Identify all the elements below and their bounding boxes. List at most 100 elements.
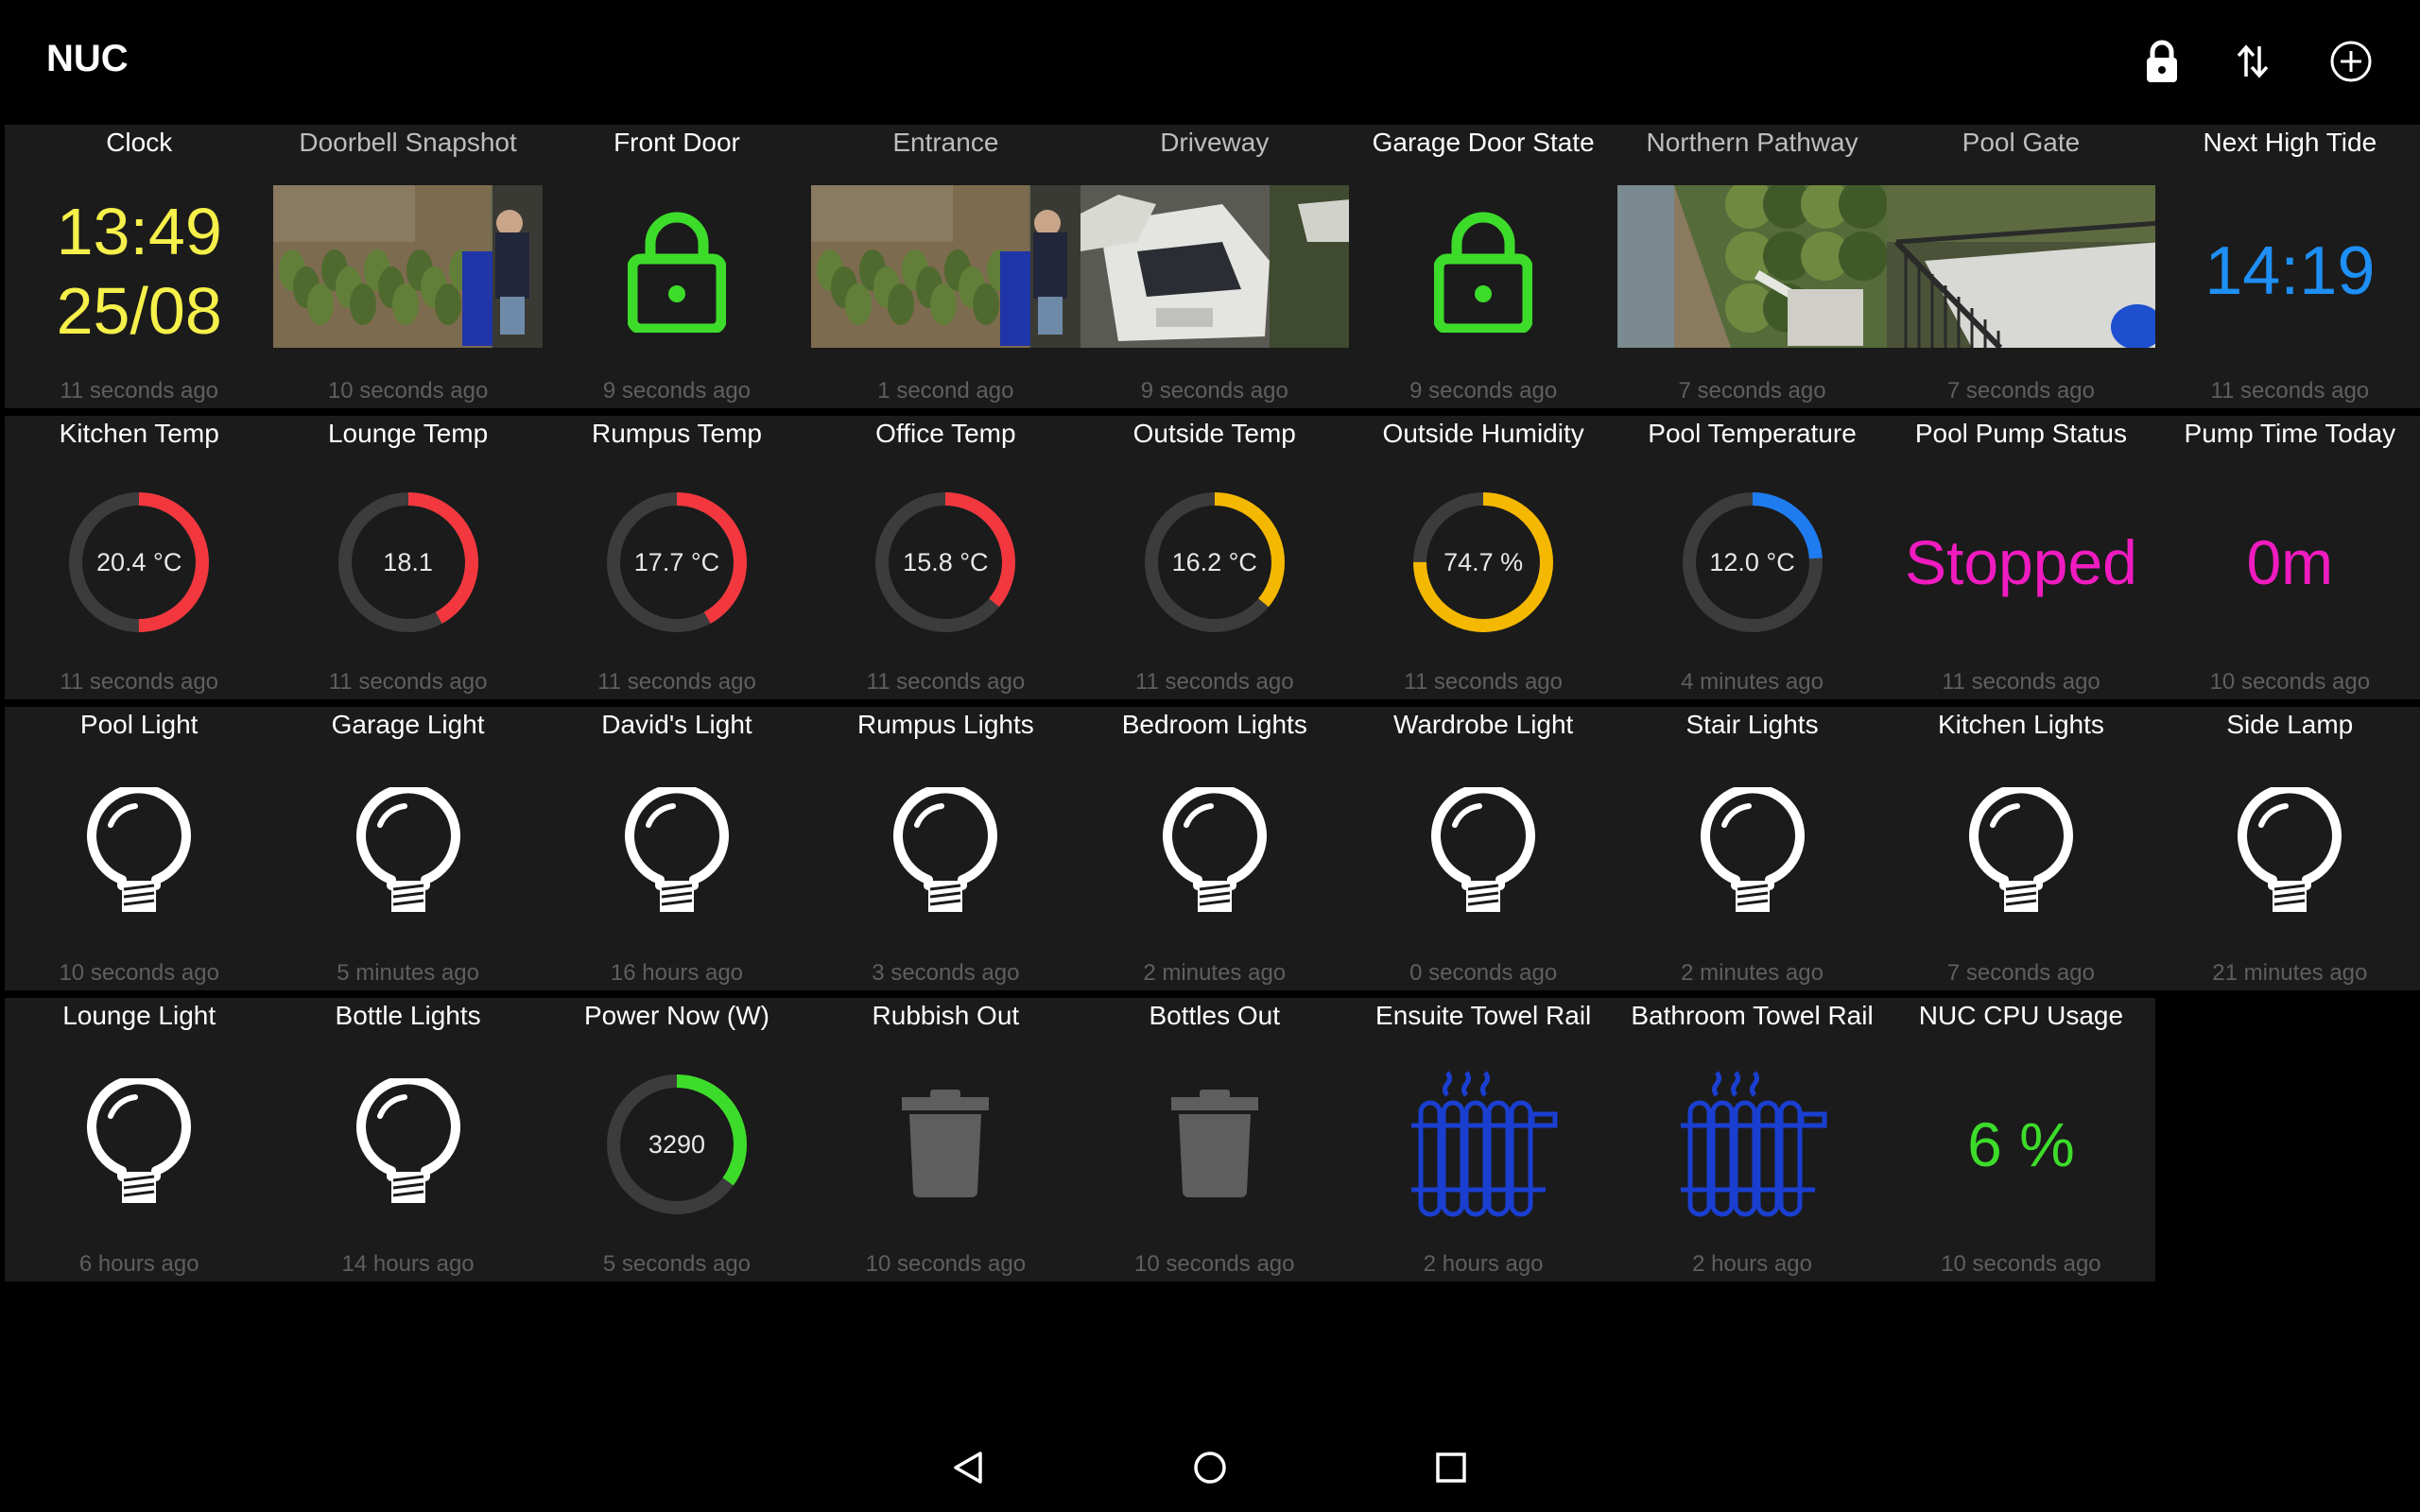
plus-circle-icon <box>2330 41 2372 82</box>
tile-outside-temp[interactable]: Outside Temp 11 seconds ago 16.2 °C <box>1080 416 1349 699</box>
tile-row: Kitchen Temp 11 seconds ago 20.4 °C Lounge … <box>5 416 2420 699</box>
tile-content <box>1080 1045 1349 1244</box>
tile-stair-lights[interactable]: Stair Lights 2 minutes ago <box>1617 707 1887 990</box>
light-bulb-icon <box>355 787 460 912</box>
tile-bottles-out[interactable]: Bottles Out 10 seconds ago <box>1080 998 1349 1281</box>
lock-icon <box>2147 40 2177 82</box>
gauge: 15.8 °C <box>872 489 1019 636</box>
last-updated: 9 seconds ago <box>602 378 752 404</box>
gauge: 3290 <box>603 1071 751 1218</box>
tile-title: Bottle Lights <box>335 1001 481 1030</box>
tile-content <box>543 172 811 370</box>
camera-snapshot-image <box>811 185 1080 348</box>
gauge: 74.7 % <box>1409 489 1557 636</box>
last-updated: 9 seconds ago <box>1140 378 1288 404</box>
empty-tile <box>2155 998 2420 1281</box>
tile-garage-light[interactable]: Garage Light 5 minutes ago <box>273 707 543 990</box>
lock-button[interactable] <box>2134 33 2190 90</box>
tile-title: Front Door <box>614 128 740 157</box>
add-button[interactable] <box>2323 33 2379 90</box>
tile-content: 17.7 °C <box>543 463 811 662</box>
tile-content <box>811 754 1080 953</box>
last-updated: 9 seconds ago <box>1409 378 1558 404</box>
tile-content: 20.4 °C <box>5 463 273 662</box>
last-updated: 10 seconds ago <box>865 1251 1027 1277</box>
last-updated: 11 seconds ago <box>1404 669 1563 695</box>
tile-title: Rumpus Lights <box>856 710 1034 739</box>
tile-next-high-tide[interactable]: Next High Tide 11 seconds ago 14:19 <box>2155 125 2420 408</box>
tile-kitchen-lights[interactable]: Kitchen Lights 7 seconds ago <box>1886 707 2156 990</box>
lock-closed-icon <box>627 212 726 333</box>
tile-content <box>2155 754 2420 953</box>
tile-title: Outside Humidity <box>1382 419 1584 448</box>
tile-doorbell-snapshot[interactable]: Doorbell Snapshot 10 seconds ago <box>273 125 543 408</box>
home-button[interactable] <box>1182 1439 1238 1496</box>
tile-title: Pump Time Today <box>2184 419 2396 448</box>
tile-pump-time-today[interactable]: Pump Time Today 10 seconds ago 0m <box>2155 416 2420 699</box>
camera-snapshot-image <box>1617 185 1887 348</box>
tile-pool-gate[interactable]: Pool Gate 7 seconds ago <box>1886 125 2156 408</box>
tile-front-door[interactable]: Front Door 9 seconds ago <box>542 125 812 408</box>
gauge-value: 20.4 °C <box>96 547 182 576</box>
tile-lounge-light[interactable]: Lounge Light 6 hours ago <box>5 998 274 1281</box>
tile-pool-temperature[interactable]: Pool Temperature 4 minutes ago 12.0 °C <box>1617 416 1887 699</box>
gauge: 17.7 °C <box>603 489 751 636</box>
tile-content: 74.7 % <box>1349 463 1617 662</box>
tile-nuc-cpu-usage[interactable]: NUC CPU Usage 10 seconds ago 6 % <box>1886 998 2156 1281</box>
tile-title: Pool Pump Status <box>1914 419 2127 448</box>
tile-value: 6 % <box>1967 1109 2075 1179</box>
tile-rumpus-lights[interactable]: Rumpus Lights 3 seconds ago <box>811 707 1080 990</box>
tile-title: Kitchen Temp <box>59 419 219 448</box>
last-updated: 21 minutes ago <box>2212 960 2368 986</box>
tile-pool-pump-status[interactable]: Pool Pump Status 11 seconds ago Stopped <box>1886 416 2156 699</box>
tile-content <box>1349 172 1617 370</box>
tile-ensuite-towel-rail[interactable]: Ensuite Towel Rail 2 hours ago <box>1348 998 1618 1281</box>
tile-title: Garage Light <box>331 710 485 739</box>
last-updated: 1 second ago <box>877 378 1014 404</box>
light-bulb-icon <box>625 787 729 912</box>
tile-entrance[interactable]: Entrance 1 second ago <box>811 125 1080 408</box>
tile-outside-humidity[interactable]: Outside Humidity 11 seconds ago 74.7 % <box>1348 416 1618 699</box>
recents-button[interactable] <box>1423 1439 1479 1496</box>
last-updated: 16 hours ago <box>610 960 744 986</box>
gauge-value: 12.0 °C <box>1709 547 1795 576</box>
tile-title: Rubbish Out <box>872 1001 1020 1030</box>
last-updated: 11 seconds ago <box>2210 378 2370 404</box>
last-updated: 7 seconds ago <box>1946 960 2095 986</box>
back-triangle-icon <box>954 1452 982 1484</box>
tile-title: Pool Gate <box>1962 128 2081 157</box>
camera-snapshot-image <box>273 185 543 348</box>
tile-kitchen-temp[interactable]: Kitchen Temp 11 seconds ago 20.4 °C <box>5 416 274 699</box>
tile-title: Clock <box>106 128 173 157</box>
last-updated: 10 seconds ago <box>2209 669 2371 695</box>
tile-pool-light[interactable]: Pool Light 10 seconds ago <box>5 707 274 990</box>
tile-value: Stopped <box>1904 527 2137 597</box>
last-updated: 2 minutes ago <box>1681 960 1824 986</box>
tile-content <box>1349 754 1617 953</box>
tile-bedroom-lights[interactable]: Bedroom Lights 2 minutes ago <box>1080 707 1349 990</box>
tile-clock[interactable]: Clock 11 seconds ago 13:49 25/08 <box>5 125 274 408</box>
tile-side-lamp[interactable]: Side Lamp 21 minutes ago <box>2155 707 2420 990</box>
last-updated: 3 seconds ago <box>872 960 1020 986</box>
tile-bathroom-towel-rail[interactable]: Bathroom Towel Rail 2 hours ago <box>1617 998 1887 1281</box>
last-updated: 11 seconds ago <box>1134 669 1294 695</box>
tile-title: Driveway <box>1160 128 1270 157</box>
tile-title: Office Temp <box>875 419 1016 448</box>
tile-title: Next High Tide <box>2203 128 2377 157</box>
tile-office-temp[interactable]: Office Temp 11 seconds ago 15.8 °C <box>811 416 1080 699</box>
tile-david-s-light[interactable]: David's Light 16 hours ago <box>542 707 812 990</box>
tile-driveway[interactable]: Driveway 9 seconds ago <box>1080 125 1349 408</box>
tile-rubbish-out[interactable]: Rubbish Out 10 seconds ago <box>811 998 1080 1281</box>
tile-lounge-temp[interactable]: Lounge Temp 11 seconds ago 18.1 <box>273 416 543 699</box>
sort-button[interactable] <box>2224 33 2281 90</box>
tile-bottle-lights[interactable]: Bottle Lights 14 hours ago <box>273 998 543 1281</box>
tile-rumpus-temp[interactable]: Rumpus Temp 11 seconds ago 17.7 °C <box>542 416 812 699</box>
tile-northern-pathway[interactable]: Northern Pathway 7 seconds ago <box>1617 125 1887 408</box>
tile-garage-door-state[interactable]: Garage Door State 9 seconds ago <box>1348 125 1618 408</box>
tile-power-now-w[interactable]: Power Now (W) 5 seconds ago 3290 <box>542 998 812 1281</box>
tile-title: Stair Lights <box>1685 710 1819 739</box>
tile-wardrobe-light[interactable]: Wardrobe Light 0 seconds ago <box>1348 707 1618 990</box>
tile-title: Doorbell Snapshot <box>299 128 517 157</box>
back-button[interactable] <box>941 1439 997 1496</box>
tile-title: Bedroom Lights <box>1121 710 1307 739</box>
